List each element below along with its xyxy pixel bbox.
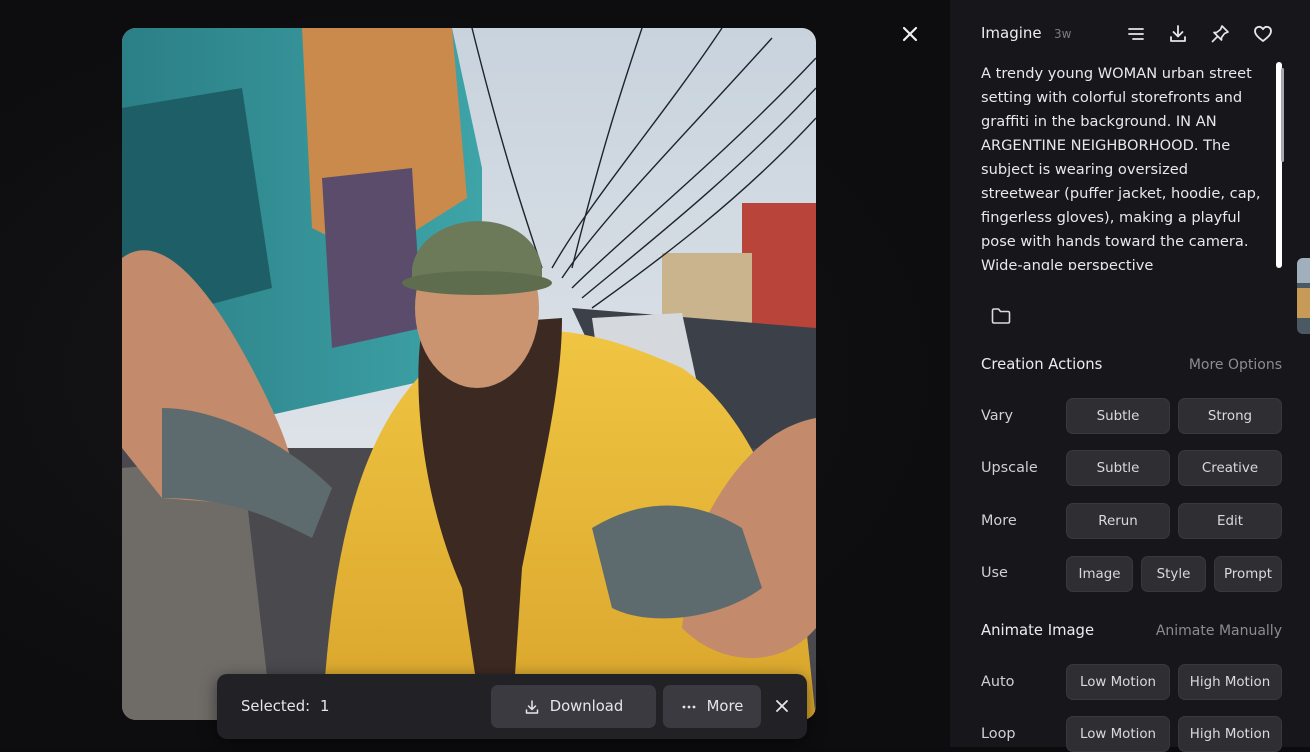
more-options-link[interactable]: More Options [1189, 357, 1282, 373]
animate-image-title: Animate Image [981, 622, 1095, 639]
prompt-text: A trendy young WOMAN urban street settin… [981, 65, 1261, 270]
vary-label: Vary [981, 408, 1013, 424]
image-age: 3w [1054, 27, 1072, 41]
list-icon[interactable] [1125, 23, 1147, 45]
close-icon[interactable] [898, 22, 922, 46]
more-button-label: More [706, 698, 744, 715]
download-icon[interactable] [1167, 23, 1189, 45]
loop-label: Loop [981, 726, 1016, 742]
upscale-label: Upscale [981, 460, 1038, 476]
selected-count: 1 [320, 698, 330, 715]
download-button-label: Download [549, 698, 624, 715]
folder-icon[interactable] [990, 306, 1012, 326]
next-image-thumbnail[interactable] [1297, 258, 1310, 334]
generated-image[interactable] [122, 28, 816, 720]
use-image-button[interactable]: Image [1066, 556, 1133, 592]
edit-button[interactable]: Edit [1178, 503, 1282, 539]
vary-subtle-button[interactable]: Subtle [1066, 398, 1170, 434]
vary-strong-button[interactable]: Strong [1178, 398, 1282, 434]
download-button[interactable]: Download [491, 685, 656, 728]
more-dots-icon [682, 705, 696, 708]
details-panel: Imagine 3w A trendy young WOMAN urban st… [950, 0, 1310, 752]
heart-icon[interactable] [1252, 23, 1274, 45]
pin-icon[interactable] [1209, 23, 1231, 45]
upscale-subtle-button[interactable]: Subtle [1066, 450, 1170, 486]
use-style-button[interactable]: Style [1141, 556, 1206, 592]
panel-title: Imagine [981, 24, 1042, 42]
animate-manually-link[interactable]: Animate Manually [1156, 623, 1282, 639]
auto-label: Auto [981, 674, 1015, 690]
use-label: Use [981, 565, 1008, 581]
selection-bar: Selected: 1 Download More [217, 674, 807, 739]
image-viewer [0, 0, 950, 747]
creation-actions-title: Creation Actions [981, 356, 1103, 373]
auto-high-motion-button[interactable]: High Motion [1178, 664, 1282, 700]
prompt-scrollbar-thumb[interactable] [1281, 68, 1284, 162]
more-label: More [981, 513, 1017, 529]
upscale-creative-button[interactable]: Creative [1178, 450, 1282, 486]
download-icon [525, 699, 538, 714]
selected-label: Selected: [241, 698, 311, 715]
use-prompt-button[interactable]: Prompt [1214, 556, 1282, 592]
rerun-button[interactable]: Rerun [1066, 503, 1170, 539]
prompt-text-container[interactable]: A trendy young WOMAN urban street settin… [981, 62, 1281, 270]
auto-low-motion-button[interactable]: Low Motion [1066, 664, 1170, 700]
more-button[interactable]: More [663, 685, 761, 728]
close-icon[interactable] [772, 696, 792, 716]
